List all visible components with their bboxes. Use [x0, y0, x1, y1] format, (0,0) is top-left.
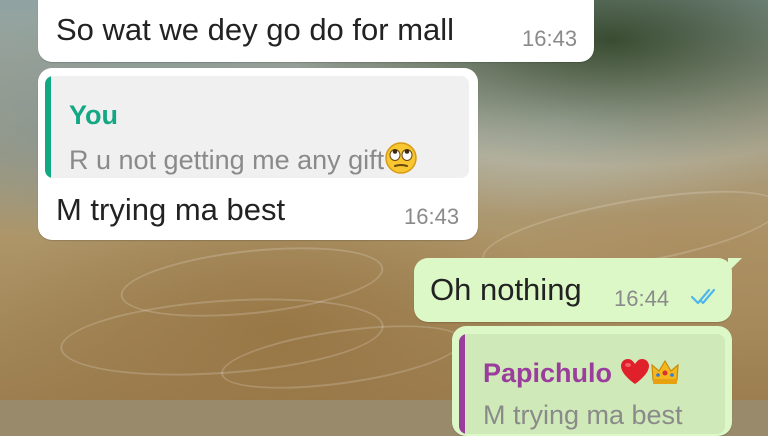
message-bubble-incoming[interactable]: So wat we dey go do for mall 16:43 [38, 0, 594, 62]
message-text: So wat we dey go do for mall [56, 12, 455, 47]
crown-emoji-icon [650, 358, 680, 389]
rolling-eyes-emoji-icon [384, 142, 418, 176]
message-time: 16:43 [522, 26, 578, 51]
quoted-message[interactable]: Papichulo M trying ma best [459, 334, 725, 434]
quote-text: M trying ma best [483, 400, 683, 430]
quote-text: R u not getting me any gift [69, 142, 418, 176]
red-heart-emoji-icon [620, 358, 650, 389]
quote-accent-bar [459, 334, 465, 434]
quoted-message[interactable]: You R u not getting me any gift [45, 76, 469, 178]
quote-accent-bar [45, 76, 51, 178]
double-check-icon [690, 286, 720, 311]
message-time: 16:44 [614, 286, 670, 311]
quote-author: Papichulo [483, 358, 680, 389]
bubble-tail [728, 258, 742, 272]
message-text: Oh nothing [430, 272, 582, 307]
message-bubble-outgoing-reply[interactable]: Papichulo M trying ma best [452, 326, 732, 436]
quote-author: You [69, 100, 118, 130]
message-time: 16:43 [404, 204, 460, 229]
message-bubble-incoming-reply[interactable]: You R u not getting me any gift M trying… [38, 68, 478, 240]
message-bubble-outgoing[interactable]: Oh nothing 16:44 [414, 258, 732, 322]
message-text: M trying ma best [56, 192, 286, 227]
